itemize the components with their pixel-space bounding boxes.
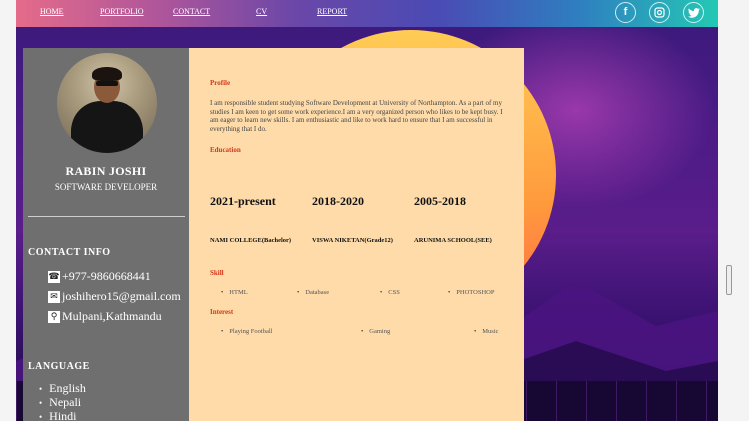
language-heading: LANGUAGE [28, 361, 90, 372]
education-school: ARUNIMA SCHOOL(SEE) [414, 237, 492, 244]
profile-sidebar: RABIN JOSHI SOFTWARE DEVELOPER CONTACT I… [23, 48, 189, 421]
email-text: joshihero15@gmail.com [62, 289, 181, 303]
top-nav: HOME PORTFOLIO CONTACT CV REPORT f [16, 0, 718, 27]
skill-item: PHOTOSHOP [448, 289, 494, 296]
instagram-icon[interactable] [649, 2, 670, 23]
education-years: 2021-present [210, 194, 276, 208]
avatar [57, 53, 157, 153]
cv-content: Profile I am responsible student studyin… [189, 48, 524, 421]
contact-email: ✉ joshihero15@gmail.com [48, 289, 181, 304]
location-pin-icon: ⚲ [48, 310, 60, 323]
education-heading: Education [210, 146, 241, 154]
education-years: 2005-2018 [414, 194, 466, 208]
twitter-icon[interactable] [683, 2, 704, 23]
skill-item: Database [297, 289, 329, 296]
profile-name: RABIN JOSHI [65, 164, 147, 178]
sidebar-divider [28, 216, 185, 217]
interest-item: Playing Football [221, 328, 272, 335]
email-icon: ✉ [48, 290, 60, 303]
page-margin-left [0, 0, 16, 421]
interest-item: Music [474, 328, 498, 335]
education-years: 2018-2020 [312, 194, 364, 208]
profile-heading: Profile [210, 79, 231, 87]
scrollbar-handle[interactable] [726, 265, 732, 295]
list-item: English [39, 382, 86, 396]
list-item: Hindi [39, 410, 86, 421]
list-item: Nepali [39, 396, 86, 410]
contact-info-heading: CONTACT INFO [28, 247, 111, 258]
nav-contact-link[interactable]: CONTACT [173, 7, 210, 16]
nav-cv-link[interactable]: CV [256, 7, 267, 16]
nav-home-link[interactable]: HOME [40, 7, 64, 16]
address-text: Mulpani,Kathmandu [62, 309, 162, 323]
contact-address: ⚲ Mulpani,Kathmandu [48, 309, 162, 324]
education-school: VISWA NIKETAN(Grade12) [312, 237, 393, 244]
phone-icon: ☎ [48, 270, 60, 283]
education-school: NAMI COLLEGE(Bachelor) [210, 237, 292, 244]
contact-phone: ☎ +977-9860668441 [48, 269, 151, 284]
skill-item: CSS [380, 289, 400, 296]
skill-heading: Skill [210, 269, 224, 277]
language-list: English Nepali Hindi [39, 382, 86, 421]
facebook-icon[interactable]: f [615, 2, 636, 23]
nav-report-link[interactable]: REPORT [317, 7, 347, 16]
profile-title: SOFTWARE DEVELOPER [54, 182, 158, 192]
page-margin-right [718, 0, 749, 421]
profile-text: I am responsible student studying Softwa… [210, 99, 503, 133]
page: HOME PORTFOLIO CONTACT CV REPORT f RABIN… [0, 0, 749, 421]
skill-item: HTML [221, 289, 247, 296]
interest-heading: Interest [210, 308, 234, 316]
nav-portfolio-link[interactable]: PORTFOLIO [100, 7, 144, 16]
interest-item: Gaming [361, 328, 390, 335]
phone-text: +977-9860668441 [62, 269, 151, 283]
